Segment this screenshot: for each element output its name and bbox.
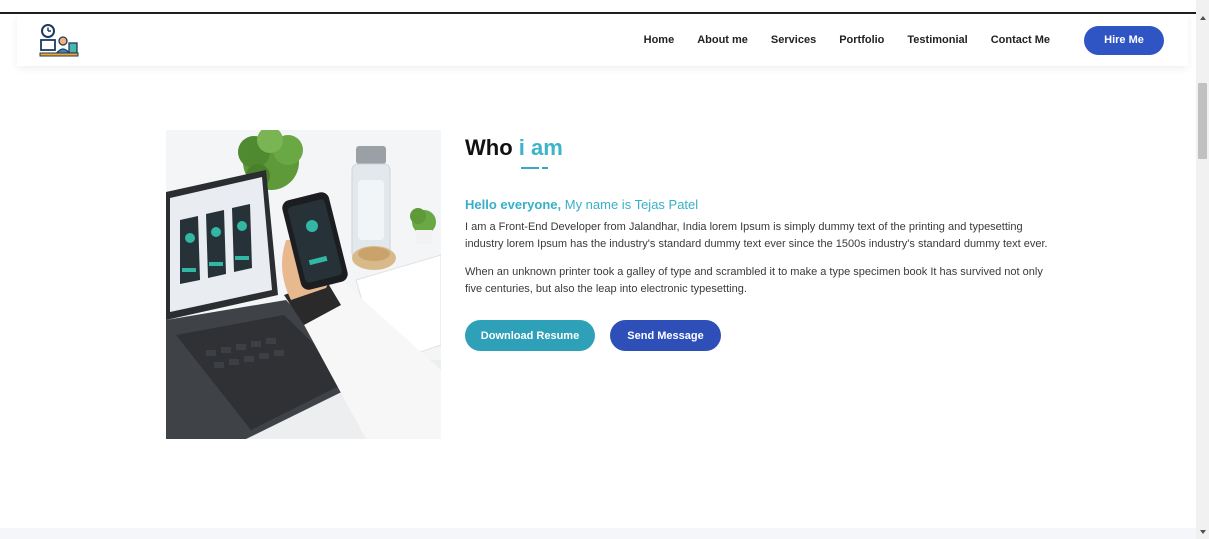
scroll-up-arrow-icon[interactable] <box>1200 16 1206 20</box>
page-scrollbar[interactable] <box>1196 0 1209 539</box>
greeting: Hello everyone, My name is Tejas Patel <box>465 197 1065 212</box>
nav-home[interactable]: Home <box>644 34 675 46</box>
next-section-band <box>0 528 1196 539</box>
greeting-name: My name is Tejas Patel <box>564 197 699 212</box>
nav-about-me[interactable]: About me <box>697 34 748 46</box>
nav-services[interactable]: Services <box>771 34 816 46</box>
navbar: Home About me Services Portfolio Testimo… <box>17 14 1188 66</box>
underline-dot <box>542 167 548 169</box>
about-paragraph-1: I am a Front-End Developer from Jalandha… <box>465 221 1048 250</box>
send-message-button[interactable]: Send Message <box>610 320 721 351</box>
nav-portfolio[interactable]: Portfolio <box>839 34 884 46</box>
heading-accent: i am <box>518 135 563 160</box>
developer-clock-logo-icon[interactable] <box>39 24 79 58</box>
scroll-down-arrow-icon[interactable] <box>1200 530 1206 534</box>
section-heading: Who i am <box>465 134 1065 162</box>
underline-bar <box>521 167 539 169</box>
about-paragraph-2: When an unknown printer took a galley of… <box>465 266 1043 295</box>
scrollbar-thumb[interactable] <box>1198 83 1207 159</box>
nav-contact-me[interactable]: Contact Me <box>991 34 1050 46</box>
about-section: Who i am Hello everyone, My name is Teja… <box>465 134 1065 351</box>
about-actions: Download Resume Send Message <box>465 320 1065 351</box>
hire-me-button[interactable]: Hire Me <box>1084 25 1164 55</box>
heading-underline <box>465 167 1065 171</box>
download-resume-button[interactable]: Download Resume <box>465 320 595 351</box>
about-photo <box>166 130 441 439</box>
greeting-strong: Hello everyone, <box>465 197 562 212</box>
nav-menu: Home About me Services Portfolio Testimo… <box>644 14 1164 66</box>
nav-testimonial[interactable]: Testimonial <box>907 34 967 46</box>
heading-main: Who <box>465 135 513 160</box>
